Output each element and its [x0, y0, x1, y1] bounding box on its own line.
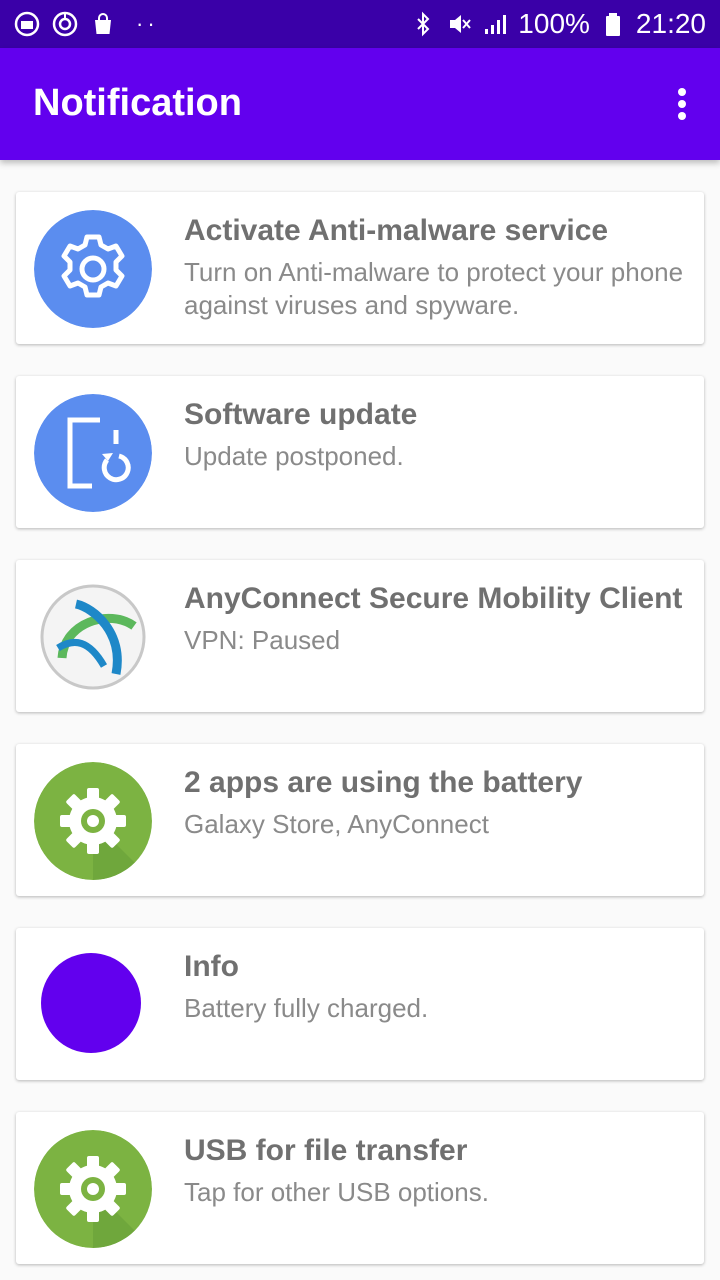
battery-percent: 100% — [518, 8, 590, 39]
gallery-icon — [14, 11, 40, 37]
more-dots-icon: ·· — [136, 11, 159, 36]
notification-card-battery-usage[interactable]: 2 apps are using the battery Galaxy Stor… — [16, 744, 704, 896]
software-update-icon — [34, 394, 152, 512]
settings-gear-icon — [34, 1130, 152, 1248]
app-bar: Notification — [0, 48, 720, 160]
status-right-icons: 100% 21:20 — [410, 8, 706, 40]
purple-circle-icon — [34, 946, 152, 1064]
anyconnect-logo-icon — [34, 578, 152, 696]
notification-card-software-update[interactable]: Software update Update postponed. — [16, 376, 704, 528]
signal-icon — [485, 15, 507, 34]
notification-card-anti-malware[interactable]: Activate Anti-malware service Turn on An… — [16, 192, 704, 344]
notification-card-info[interactable]: Info Battery fully charged. — [16, 928, 704, 1080]
notification-description: Battery fully charged. — [184, 993, 429, 1023]
notification-title: 2 apps are using the battery — [184, 766, 583, 799]
bluetooth-icon — [417, 11, 430, 37]
notification-card-anyconnect[interactable]: AnyConnect Secure Mobility Client VPN: P… — [16, 560, 704, 712]
notification-description: VPN: Paused — [184, 625, 341, 655]
battery-icon — [605, 13, 620, 36]
notification-title: AnyConnect Secure Mobility Client — [184, 582, 683, 615]
notification-card-usb[interactable]: USB for file transfer Tap for other USB … — [16, 1112, 704, 1264]
notification-title: Software update — [184, 398, 418, 431]
notification-title: Activate Anti-malware service — [184, 214, 609, 247]
notification-description: Turn on Anti-malware to protect your pho… — [184, 257, 684, 320]
notification-description: Tap for other USB options. — [184, 1177, 489, 1207]
notification-description: Update postponed. — [184, 441, 404, 471]
notification-title: USB for file transfer — [184, 1134, 468, 1167]
clock: 21:20 — [635, 8, 706, 39]
overflow-menu-icon[interactable] — [670, 82, 694, 126]
settings-gear-icon — [34, 762, 152, 880]
sync-icon — [52, 11, 78, 37]
status-left-icons: ·· — [14, 8, 159, 40]
page-title: Notification — [33, 82, 242, 124]
shopping-bag-icon — [95, 13, 111, 34]
notification-title: Info — [184, 950, 239, 983]
notification-description: Galaxy Store, AnyConnect — [184, 809, 489, 839]
mute-icon — [450, 15, 472, 33]
status-bar: ·· 100% 21:20 — [0, 0, 720, 48]
settings-gear-icon — [34, 210, 152, 328]
